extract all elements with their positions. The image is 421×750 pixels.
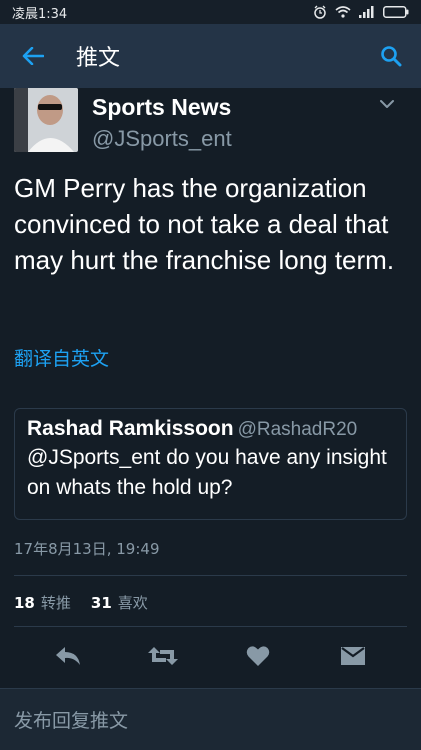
- author-handle[interactable]: @JSports_ent: [92, 126, 232, 152]
- status-bar: 凌晨1:34: [0, 0, 421, 24]
- retweet-button[interactable]: [135, 634, 191, 678]
- reply-icon: [55, 647, 80, 665]
- app-bar: 推文: [0, 24, 421, 88]
- retweets-count[interactable]: 18: [14, 594, 35, 612]
- retweets-label[interactable]: 转推: [41, 592, 71, 613]
- tweet-menu-button[interactable]: [375, 94, 399, 114]
- direct-message-icon: [341, 647, 366, 665]
- search-button[interactable]: [361, 24, 421, 88]
- likes-label[interactable]: 喜欢: [118, 592, 148, 613]
- avatar-photo: [14, 88, 78, 152]
- page-title: 推文: [76, 46, 121, 71]
- reply-button[interactable]: [40, 634, 96, 678]
- quoted-author-name: Rashad Ramkissoon: [27, 417, 234, 440]
- back-arrow-icon: [22, 47, 44, 65]
- reply-input[interactable]: 发布回复推文: [0, 688, 421, 750]
- tweet-timestamp: 17年8月13日, 19:49: [14, 540, 160, 558]
- author-name[interactable]: Sports News: [92, 94, 231, 121]
- quoted-tweet-text: @JSports_ent do you have any insight on …: [27, 446, 387, 499]
- tweet-actions: [0, 632, 421, 680]
- chevron-down-icon: [380, 100, 394, 108]
- battery-icon: [383, 6, 409, 18]
- divider: [14, 575, 407, 576]
- divider: [14, 626, 407, 627]
- search-icon: [381, 46, 402, 67]
- tweet-text: GM Perry has the organization convinced …: [14, 173, 395, 275]
- tweet-header: Sports News @JSports_ent: [14, 88, 407, 152]
- retweet-icon: [147, 647, 178, 665]
- wifi-icon: [335, 6, 351, 18]
- signal-icon: [359, 6, 374, 18]
- like-button[interactable]: [230, 634, 286, 678]
- quoted-tweet[interactable]: Rashad Ramkissoon @RashadR20 @JSports_ent…: [14, 408, 407, 520]
- tweet-stats: 18 转推 31 喜欢: [14, 592, 162, 613]
- likes-count[interactable]: 31: [91, 594, 112, 612]
- alarm-icon: [314, 5, 326, 19]
- status-icons: [313, 5, 409, 19]
- quoted-author-handle: @RashadR20: [237, 419, 358, 440]
- back-button[interactable]: [0, 24, 66, 88]
- avatar[interactable]: [14, 88, 78, 152]
- direct-message-button[interactable]: [325, 634, 381, 678]
- quoted-tweet-header: Rashad Ramkissoon @RashadR20: [27, 417, 394, 441]
- heart-icon: [246, 646, 270, 666]
- translate-link[interactable]: 翻译自英文: [14, 344, 109, 371]
- status-time: 凌晨1:34: [12, 6, 68, 22]
